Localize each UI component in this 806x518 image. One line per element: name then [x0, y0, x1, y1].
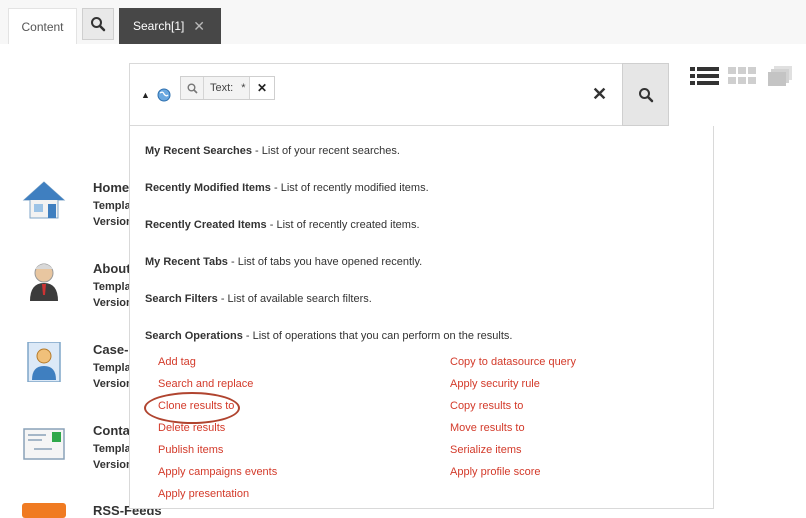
search-icon [638, 87, 653, 102]
entry-title: My Recent Tabs [145, 256, 228, 268]
result-version: Version [93, 459, 133, 471]
dropdown-entry-search-filters[interactable]: Search Filters - List of available searc… [145, 293, 372, 305]
result-template: Templa [93, 443, 131, 455]
dropdown-entry-recent-searches[interactable]: My Recent Searches - List of your recent… [145, 145, 400, 157]
tab-bar: Content Search[1] ✕ [0, 0, 806, 44]
grid-view-icon[interactable] [728, 66, 758, 86]
result-title: Case- [93, 342, 129, 357]
search-tab-button[interactable] [82, 8, 114, 40]
dropdown-entry-recently-modified[interactable]: Recently Modified Items - List of recent… [145, 182, 429, 194]
op-apply-security-rule[interactable]: Apply security rule [450, 378, 540, 390]
search-box: ▲ Text: * ✕ ✕ [129, 63, 669, 126]
token-value: * [241, 82, 246, 94]
search-go-button[interactable] [622, 63, 669, 126]
envelope-icon [23, 428, 65, 460]
rss-icon [22, 503, 66, 518]
collapse-arrow-icon[interactable]: ▲ [141, 90, 150, 100]
op-copy-results-to[interactable]: Copy results to [450, 400, 523, 412]
tab-search-active[interactable]: Search[1] ✕ [119, 8, 221, 44]
result-template: Templa [93, 200, 131, 212]
list-view-icon[interactable] [690, 66, 720, 86]
view-toggles [690, 66, 794, 88]
tab-search-label: Search[1] [133, 19, 185, 33]
op-copy-to-datasource-query[interactable]: Copy to datasource query [450, 356, 576, 368]
tab-content[interactable]: Content [8, 8, 77, 44]
op-publish-items[interactable]: Publish items [158, 444, 223, 456]
portrait-icon [27, 342, 61, 382]
entry-desc: - List of recently created items. [266, 219, 420, 231]
token-remove-icon[interactable]: ✕ [249, 77, 274, 99]
entry-title: Recently Created Items [145, 219, 267, 231]
entry-title: Search Filters [145, 293, 218, 305]
person-icon [30, 263, 58, 301]
entry-desc: - List of tabs you have opened recently. [227, 256, 423, 268]
clear-search-icon[interactable]: ✕ [592, 84, 607, 105]
highlight-ring [144, 392, 240, 424]
result-item-contact[interactable]: Conta Templa Version [22, 423, 133, 475]
result-item-home[interactable]: Home Templa Version [22, 180, 133, 232]
token-label: Text: [210, 82, 234, 94]
close-tab-icon[interactable]: ✕ [193, 18, 205, 35]
result-version: Version [93, 378, 133, 390]
entry-title: Recently Modified Items [145, 182, 271, 194]
result-item-case[interactable]: Case- Templa Version [22, 342, 133, 394]
op-add-tag[interactable]: Add tag [158, 356, 196, 368]
dropdown-entry-recent-tabs[interactable]: My Recent Tabs - List of tabs you have o… [145, 256, 422, 268]
result-title: About [93, 261, 131, 276]
op-serialize-items[interactable]: Serialize items [450, 444, 522, 456]
entry-desc: - List of recently modified items. [270, 182, 429, 194]
dropdown-entry-recently-created[interactable]: Recently Created Items - List of recentl… [145, 219, 420, 231]
token-search-icon [181, 77, 204, 99]
search-icon [91, 17, 106, 32]
entry-title: Search Operations [145, 330, 243, 342]
entry-title: My Recent Searches [145, 145, 252, 157]
result-item-rss[interactable]: RSS-Feeds [22, 503, 162, 518]
op-apply-campaigns-events[interactable]: Apply campaigns events [158, 466, 277, 478]
globe-icon[interactable] [157, 88, 171, 102]
search-token-text[interactable]: Text: * ✕ [180, 76, 275, 100]
result-template: Templa [93, 281, 131, 293]
op-move-results-to[interactable]: Move results to [450, 422, 525, 434]
entry-desc: - List of operations that you can perfor… [242, 330, 513, 342]
result-title: Home [93, 180, 130, 195]
op-apply-profile-score[interactable]: Apply profile score [450, 466, 541, 478]
entry-desc: - List of your recent searches. [252, 145, 400, 157]
result-template: Templa [93, 362, 131, 374]
result-version: Version [93, 297, 133, 309]
op-search-and-replace[interactable]: Search and replace [158, 378, 253, 390]
tab-content-label: Content [21, 19, 64, 34]
entry-desc: - List of available search filters. [217, 293, 372, 305]
op-apply-presentation[interactable]: Apply presentation [158, 488, 249, 500]
search-dropdown: My Recent Searches - List of your recent… [129, 126, 714, 509]
result-version: Version [93, 216, 133, 228]
cards-view-icon[interactable] [768, 66, 794, 88]
home-icon [22, 181, 66, 219]
result-title: Conta [93, 423, 130, 438]
result-item-about[interactable]: About Templa Version [22, 261, 133, 313]
dropdown-entry-search-operations[interactable]: Search Operations - List of operations t… [145, 330, 512, 342]
